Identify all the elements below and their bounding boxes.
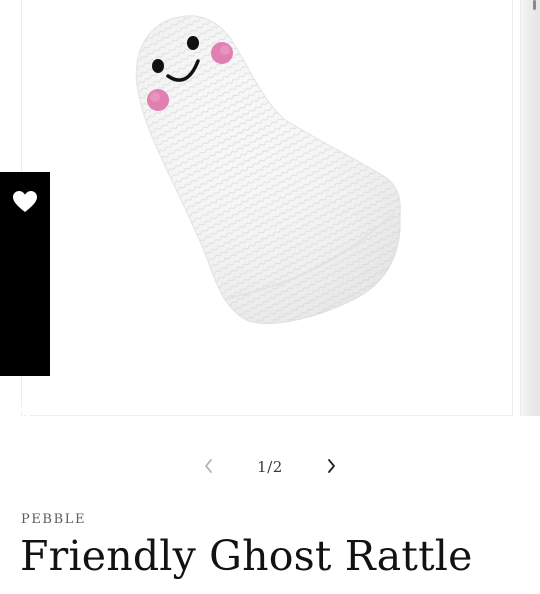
wishlist-tab[interactable]: My Wishlist: [0, 172, 50, 519]
slider-navigation: 1/2: [0, 452, 540, 484]
ghost-rattle-image: [135, 15, 401, 324]
scroll-indicator: [533, 0, 536, 10]
product-image-gallery[interactable]: [21, 0, 513, 416]
chevron-left-icon: [203, 458, 215, 478]
chevron-right-icon: [325, 458, 337, 478]
next-slide-preview[interactable]: [520, 0, 540, 416]
product-title: Friendly Ghost Rattle: [20, 532, 473, 580]
heart-icon: [12, 190, 38, 218]
slide-counter: 1/2: [257, 458, 283, 476]
previous-slide-button[interactable]: [193, 452, 225, 484]
product-vendor: PEBBLE: [21, 512, 87, 527]
next-slide-button[interactable]: [315, 452, 347, 484]
